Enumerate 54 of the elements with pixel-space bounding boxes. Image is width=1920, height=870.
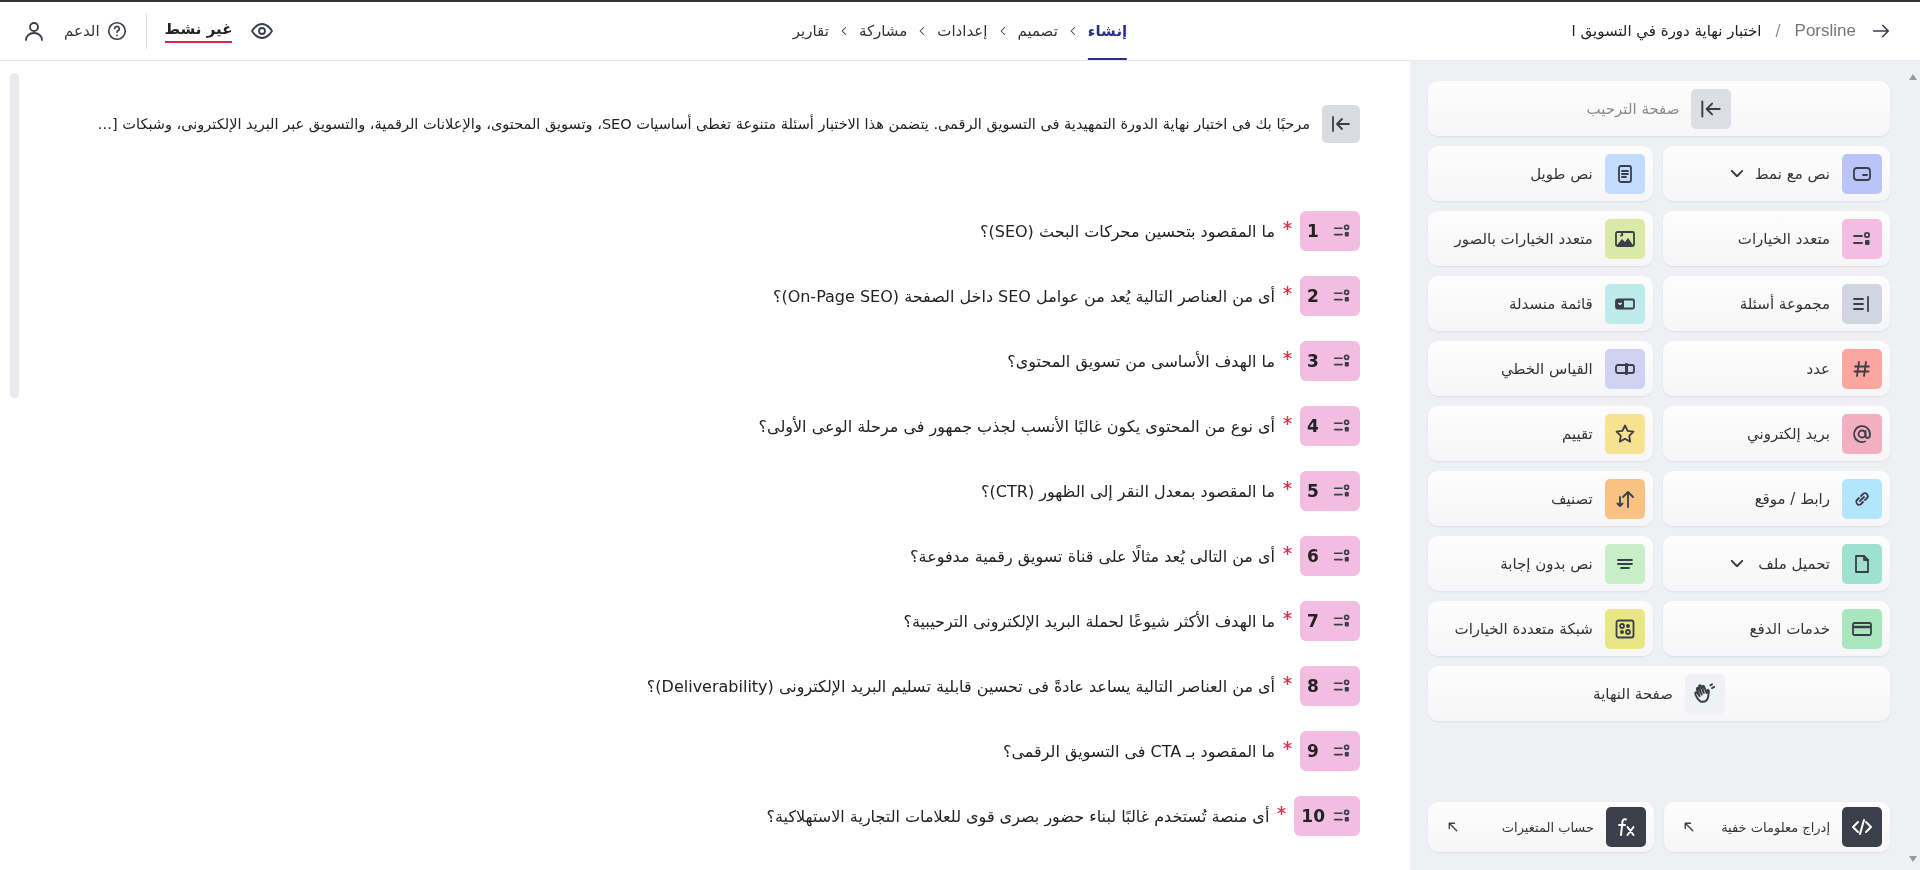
question-number-badge[interactable]: 3 <box>1300 341 1360 381</box>
question-type-card[interactable]: رابط / موقع <box>1662 471 1890 526</box>
survey-title[interactable]: اختبار نهاية دورة في التسويق ا <box>1571 22 1762 40</box>
question-type-card[interactable]: نص طويل <box>1428 146 1653 201</box>
question-text[interactable]: أى من العناصر التالية يساعد عادةً فى تحسين قابلية تسليم البريد الإلكترونى (Deliverability)؟ <box>646 676 1275 696</box>
step-tab[interactable]: تصميم <box>1017 2 1058 60</box>
question-text[interactable]: ما المقصود بتحسين محركات البحث (SEO)؟ <box>980 221 1275 241</box>
welcome-page-button[interactable] <box>1322 105 1360 143</box>
question-text[interactable]: أى منصة تُستخدم غالبًا لبناء حضور بصرى قوى للعلامات التجارية الاستهلاكية؟ <box>766 806 1270 826</box>
step-tab[interactable]: إعدادات <box>937 2 988 60</box>
tool-card[interactable]: إدراج معلومات خفية <box>1664 802 1890 852</box>
question-text[interactable]: ما الهدف الأكثر شيوعًا لحملة البريد الإلكترونى الترحيبية؟ <box>903 611 1275 631</box>
question-number-badge[interactable]: 5 <box>1300 471 1360 511</box>
question-type-card[interactable]: قائمة منسدلة <box>1428 276 1653 331</box>
welcome-text[interactable]: مرحبًا بك فى اختبار نهاية الدورة التمهيدية فى التسويق الرقمى. يتضمن هذا الاختبار أسئلة متنوعة تغطى أساسيات SEO، وتسويق المحتوى، والإعلانات الرقمية، والتسويق عبر البريد الإلكترونى، وشبكات [… <box>97 116 1310 132</box>
chevron-down-icon[interactable] <box>1730 170 1743 177</box>
question-number-badge[interactable]: 2 <box>1300 276 1360 316</box>
question-number-badge[interactable]: 4 <box>1300 406 1360 446</box>
question-text[interactable]: أى نوع من المحتوى يكون غالبًا الأنسب لجذب جمهور فى مرحلة الوعى الأولى؟ <box>758 416 1275 436</box>
question-text[interactable]: ما المقصود بـ CTA فى التسويق الرقمى؟ <box>1002 741 1275 761</box>
question-type-card[interactable]: عدد <box>1662 341 1890 396</box>
question-type-card[interactable]: تقييم <box>1428 406 1653 461</box>
status-label[interactable]: غير نشط <box>164 19 233 43</box>
brand-name[interactable]: Porsline <box>1794 21 1856 41</box>
question-number-badge[interactable]: 7 <box>1300 601 1360 641</box>
question-type-card[interactable]: بريد إلكتروني <box>1662 406 1890 461</box>
question-type-card[interactable]: متعدد الخيارات <box>1662 211 1890 266</box>
breadcrumb-separator: / <box>1775 22 1781 40</box>
question-text[interactable]: أى من التالى يُعد مثالًا على قناة تسويق رقمية مدفوعة؟ <box>910 546 1275 566</box>
question-type-card[interactable]: نص بدون إجابة <box>1428 536 1653 591</box>
help-icon <box>105 20 128 42</box>
question-type-card[interactable]: القياس الخطي <box>1428 341 1653 396</box>
tool-card[interactable]: حساب المتغيرات <box>1428 802 1654 852</box>
question-type-card[interactable]: تحميل ملف <box>1662 536 1890 591</box>
question-type-card[interactable]: مجموعة أسئلة <box>1662 276 1890 331</box>
step-tab[interactable]: مشاركة <box>858 2 908 60</box>
question-type-card[interactable]: شبكة متعددة الخيارات <box>1428 601 1653 656</box>
question-number-badge[interactable]: 10 <box>1294 796 1360 836</box>
support-link[interactable]: الدعم <box>64 20 128 42</box>
chevron-down-icon[interactable] <box>1730 560 1743 567</box>
question-type-card[interactable]: متعدد الخيارات بالصور <box>1428 211 1653 266</box>
end-page-card[interactable]: صفحة النهاية <box>1428 666 1890 721</box>
step-tab[interactable]: تقارير <box>792 2 829 60</box>
question-type-card[interactable]: نص مع نمط <box>1662 146 1890 201</box>
question-number-badge[interactable]: 9 <box>1300 731 1360 771</box>
question-type-card[interactable]: تصنيف <box>1428 471 1653 526</box>
question-number-badge[interactable]: 8 <box>1300 666 1360 706</box>
question-text[interactable]: أى من العناصر التالية يُعد من عوامل SEO داخل الصفحة (On-Page SEO)؟ <box>772 286 1275 306</box>
question-text[interactable]: ما المقصود بمعدل النقر إلى الظهور (CTR)؟ <box>981 481 1275 501</box>
question-text[interactable]: ما الهدف الأساسى من تسويق المحتوى؟ <box>1007 351 1275 371</box>
question-number-badge[interactable]: 1 <box>1300 211 1360 251</box>
question-number-badge[interactable]: 6 <box>1300 536 1360 576</box>
user-icon[interactable] <box>22 19 46 43</box>
question-type-card[interactable]: خدمات الدفع <box>1662 601 1890 656</box>
